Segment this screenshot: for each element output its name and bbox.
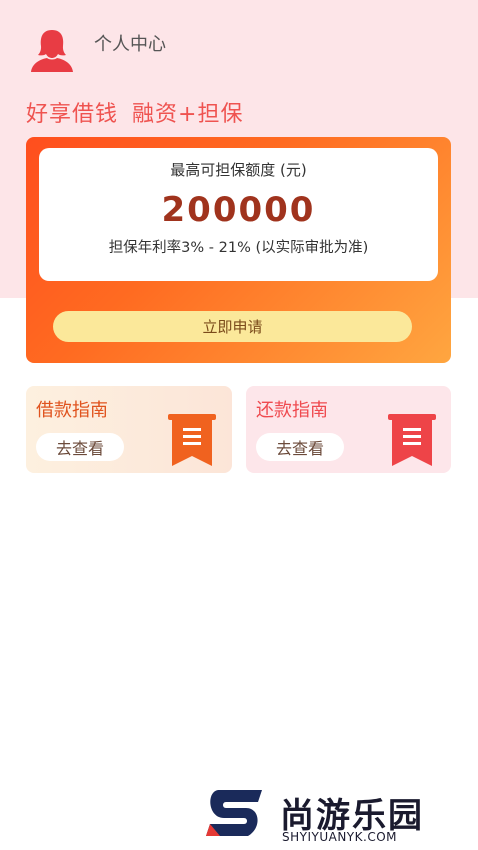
quota-card: 最高可担保额度 (元) 200000 担保年利率3% - 21% (以实际审批为… bbox=[26, 137, 451, 363]
watermark-domain: SHYIYUANYK.COM bbox=[282, 830, 397, 844]
page-title: 个人中心 bbox=[94, 34, 166, 55]
repay-guide-title: 还款指南 bbox=[256, 400, 328, 421]
borrow-guide-title: 借款指南 bbox=[36, 400, 108, 421]
slogan: 好享借钱 融资+担保 bbox=[26, 96, 243, 128]
document-icon bbox=[168, 414, 216, 468]
watermark-logo-icon bbox=[206, 790, 262, 836]
repay-guide-view-button[interactable]: 去查看 bbox=[256, 433, 344, 461]
user-avatar-icon[interactable] bbox=[28, 26, 76, 74]
slogan-part-2: 融资+担保 bbox=[132, 102, 244, 127]
slogan-part-1: 好享借钱 bbox=[26, 102, 119, 127]
borrow-guide-card[interactable]: 借款指南 去查看 bbox=[26, 386, 232, 473]
page-header: 个人中心 bbox=[28, 26, 166, 74]
repay-guide-card[interactable]: 还款指南 去查看 bbox=[246, 386, 451, 473]
watermark: 尚游乐园 SHYIYUANYK.COM bbox=[200, 784, 478, 844]
apply-now-button[interactable]: 立即申请 bbox=[53, 311, 412, 342]
document-icon bbox=[388, 414, 436, 468]
quota-card-panel: 最高可担保额度 (元) 200000 担保年利率3% - 21% (以实际审批为… bbox=[39, 148, 438, 281]
borrow-guide-view-button[interactable]: 去查看 bbox=[36, 433, 124, 461]
quota-label: 最高可担保额度 (元) bbox=[170, 161, 307, 179]
quota-amount: 200000 bbox=[161, 190, 316, 230]
quota-rate: 担保年利率3% - 21% (以实际审批为准) bbox=[108, 240, 369, 256]
